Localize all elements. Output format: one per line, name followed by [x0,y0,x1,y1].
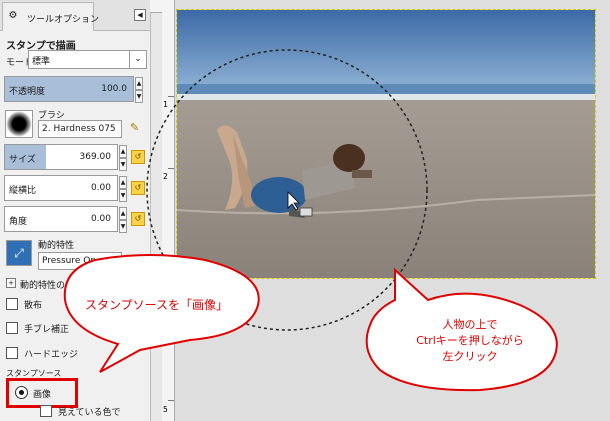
stamp-cursor-icon [299,207,313,217]
right-callout-line3: 左クリック [442,350,498,363]
left-callout [63,254,260,373]
right-callout-line2: Ctrlキーを押しながら [416,334,524,347]
left-callout-text: スタンプソースを「画像」 [85,298,229,312]
mouse-cursor-icon [287,191,300,211]
right-callout-line1: 人物の上で [442,318,498,331]
